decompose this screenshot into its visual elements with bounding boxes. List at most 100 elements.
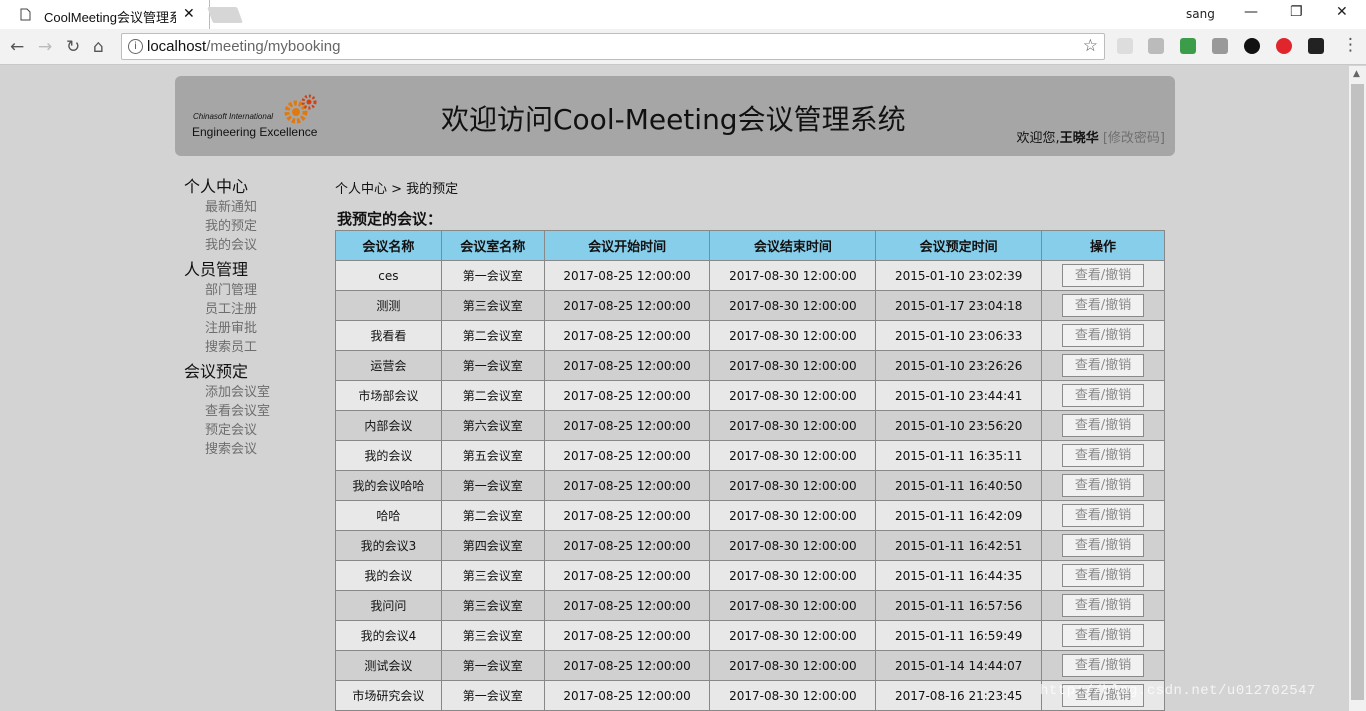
booking-time-cell: 2015-01-11 16:57:56 [875,590,1043,621]
nav-item-departments[interactable]: 部门管理 [184,281,324,300]
nav-item-search-meeting[interactable]: 搜索会议 [184,440,324,459]
column-header: 会议名称 [335,230,442,261]
star-icon[interactable]: ☆ [1083,36,1098,56]
end-time-cell: 2017-08-30 12:00:00 [709,650,877,681]
end-time-cell: 2017-08-30 12:00:00 [709,680,877,711]
nav-item-view-rooms[interactable]: 查看会议室 [184,402,324,421]
back-icon[interactable]: ← [10,37,24,57]
nav-item-register-employee[interactable]: 员工注册 [184,300,324,319]
end-time-cell: 2017-08-30 12:00:00 [709,440,877,471]
nav-item-search-employee[interactable]: 搜索员工 [184,338,324,357]
scroll-up-icon[interactable]: ▲ [1353,69,1360,79]
room-name-cell: 第二会议室 [440,380,545,411]
action-cell: 查看/撤销 [1041,500,1165,531]
maximize-icon[interactable]: ❐ [1290,4,1303,20]
view-cancel-button[interactable]: 查看/撤销 [1062,264,1145,287]
new-tab-button[interactable] [207,7,243,23]
view-cancel-button[interactable]: 查看/撤销 [1062,324,1145,347]
action-cell: 查看/撤销 [1041,470,1165,501]
booking-time-cell: 2015-01-10 23:44:41 [875,380,1043,411]
action-cell: 查看/撤销 [1041,590,1165,621]
action-cell: 查看/撤销 [1041,320,1165,351]
side-nav: 个人中心 最新通知 我的预定 我的会议 人员管理 部门管理 员工注册 注册审批 … [184,176,324,463]
view-cancel-button[interactable]: 查看/撤销 [1062,354,1145,377]
start-time-cell: 2017-08-25 12:00:00 [543,590,711,621]
start-time-cell: 2017-08-25 12:00:00 [543,500,711,531]
profile-name[interactable]: sang [1186,7,1215,21]
room-name-cell: 第一会议室 [440,350,545,381]
end-time-cell: 2017-08-30 12:00:00 [709,500,877,531]
nav-group-personal: 个人中心 最新通知 我的预定 我的会议 [184,176,324,255]
info-icon[interactable]: i [128,39,143,54]
nav-item-add-room[interactable]: 添加会议室 [184,383,324,402]
view-cancel-button[interactable]: 查看/撤销 [1062,294,1145,317]
meeting-name-cell: 内部会议 [335,410,442,441]
close-icon[interactable]: ✕ [183,6,195,22]
minimize-icon[interactable]: — [1244,4,1258,20]
opera-extension-icon[interactable] [1276,38,1292,54]
view-cancel-button[interactable]: 查看/撤销 [1062,414,1145,437]
table-row: 我的会议 第三会议室 2017-08-25 12:00:00 2017-08-30 1… [335,560,1165,591]
user-name: 王晓华 [1059,131,1099,146]
end-time-cell: 2017-08-30 12:00:00 [709,560,877,591]
nav-item-my-meetings[interactable]: 我的会议 [184,236,324,255]
view-cancel-button[interactable]: 查看/撤销 [1062,564,1145,587]
menu-icon[interactable]: ⋮ [1342,35,1359,55]
browser-tab[interactable]: CoolMeeting会议管理系 ✕ [0,0,210,29]
extension-icon[interactable] [1117,38,1133,54]
extension-icon[interactable] [1308,38,1324,54]
mail-extension-icon[interactable] [1148,38,1164,54]
scrollbar-thumb[interactable] [1351,84,1364,700]
meeting-name-cell: 市场部会议 [335,380,442,411]
action-cell: 查看/撤销 [1041,410,1165,441]
view-cancel-button[interactable]: 查看/撤销 [1062,384,1145,407]
url-text[interactable]: localhost/meeting/mybooking [147,38,340,55]
change-password-link[interactable]: [修改密码] [1103,131,1165,146]
table-row: 测测 第三会议室 2017-08-25 12:00:00 2017-08-30 12:… [335,290,1165,321]
booking-time-cell: 2015-01-17 23:04:18 [875,290,1043,321]
column-header: 会议结束时间 [709,230,877,261]
booking-time-cell: 2015-01-11 16:59:49 [875,620,1043,651]
view-cancel-button[interactable]: 查看/撤销 [1062,654,1145,677]
nav-item-my-booking[interactable]: 我的预定 [184,217,324,236]
table-row: 我看看 第二会议室 2017-08-25 12:00:00 2017-08-30 12… [335,320,1165,351]
table-row: 市场部会议 第二会议室 2017-08-25 12:00:00 2017-08-30 … [335,380,1165,411]
meeting-name-cell: 我的会议 [335,440,442,471]
view-cancel-button[interactable]: 查看/撤销 [1062,624,1145,647]
site-header: Chinasoft International Engineering Exce… [175,76,1175,156]
view-cancel-button[interactable]: 查看/撤销 [1062,534,1145,557]
view-cancel-button[interactable]: 查看/撤销 [1062,444,1145,467]
address-bar[interactable]: i localhost/meeting/mybooking ☆ [121,33,1105,60]
page-scrollbar[interactable]: ▲ [1349,66,1366,711]
reload-icon[interactable]: ↻ [66,37,80,57]
end-time-cell: 2017-08-30 12:00:00 [709,380,877,411]
meeting-name-cell: 测测 [335,290,442,321]
meeting-name-cell: 我问问 [335,590,442,621]
action-cell: 查看/撤销 [1041,380,1165,411]
view-cancel-button[interactable]: 查看/撤销 [1062,474,1145,497]
window-close-icon[interactable]: ✕ [1336,4,1348,20]
booking-time-cell: 2015-01-11 16:40:50 [875,470,1043,501]
tab-strip: CoolMeeting会议管理系 ✕ sang — ❐ ✕ [0,0,1366,29]
nav-item-book-meeting[interactable]: 预定会议 [184,421,324,440]
breadcrumb: 个人中心 > 我的预定 [335,182,459,197]
meeting-name-cell: 运营会 [335,350,442,381]
end-time-cell: 2017-08-30 12:00:00 [709,410,877,441]
column-header: 操作 [1041,230,1165,261]
drive-extension-icon[interactable] [1180,38,1196,54]
room-name-cell: 第一会议室 [440,260,545,291]
extension-icon[interactable] [1212,38,1228,54]
nav-group-title: 个人中心 [184,177,249,196]
room-name-cell: 第二会议室 [440,500,545,531]
view-cancel-button[interactable]: 查看/撤销 [1062,594,1145,617]
nav-item-approve-registration[interactable]: 注册审批 [184,319,324,338]
extension-icon[interactable] [1244,38,1260,54]
table-row: 哈哈 第二会议室 2017-08-25 12:00:00 2017-08-30 12:… [335,500,1165,531]
browser-toolbar: ← → ↻ ⌂ i localhost/meeting/mybooking ☆ … [0,29,1366,65]
view-cancel-button[interactable]: 查看/撤销 [1062,504,1145,527]
room-name-cell: 第五会议室 [440,440,545,471]
forward-icon[interactable]: → [38,37,52,57]
nav-item-latest-notice[interactable]: 最新通知 [184,198,324,217]
action-cell: 查看/撤销 [1041,290,1165,321]
home-icon[interactable]: ⌂ [93,37,104,57]
